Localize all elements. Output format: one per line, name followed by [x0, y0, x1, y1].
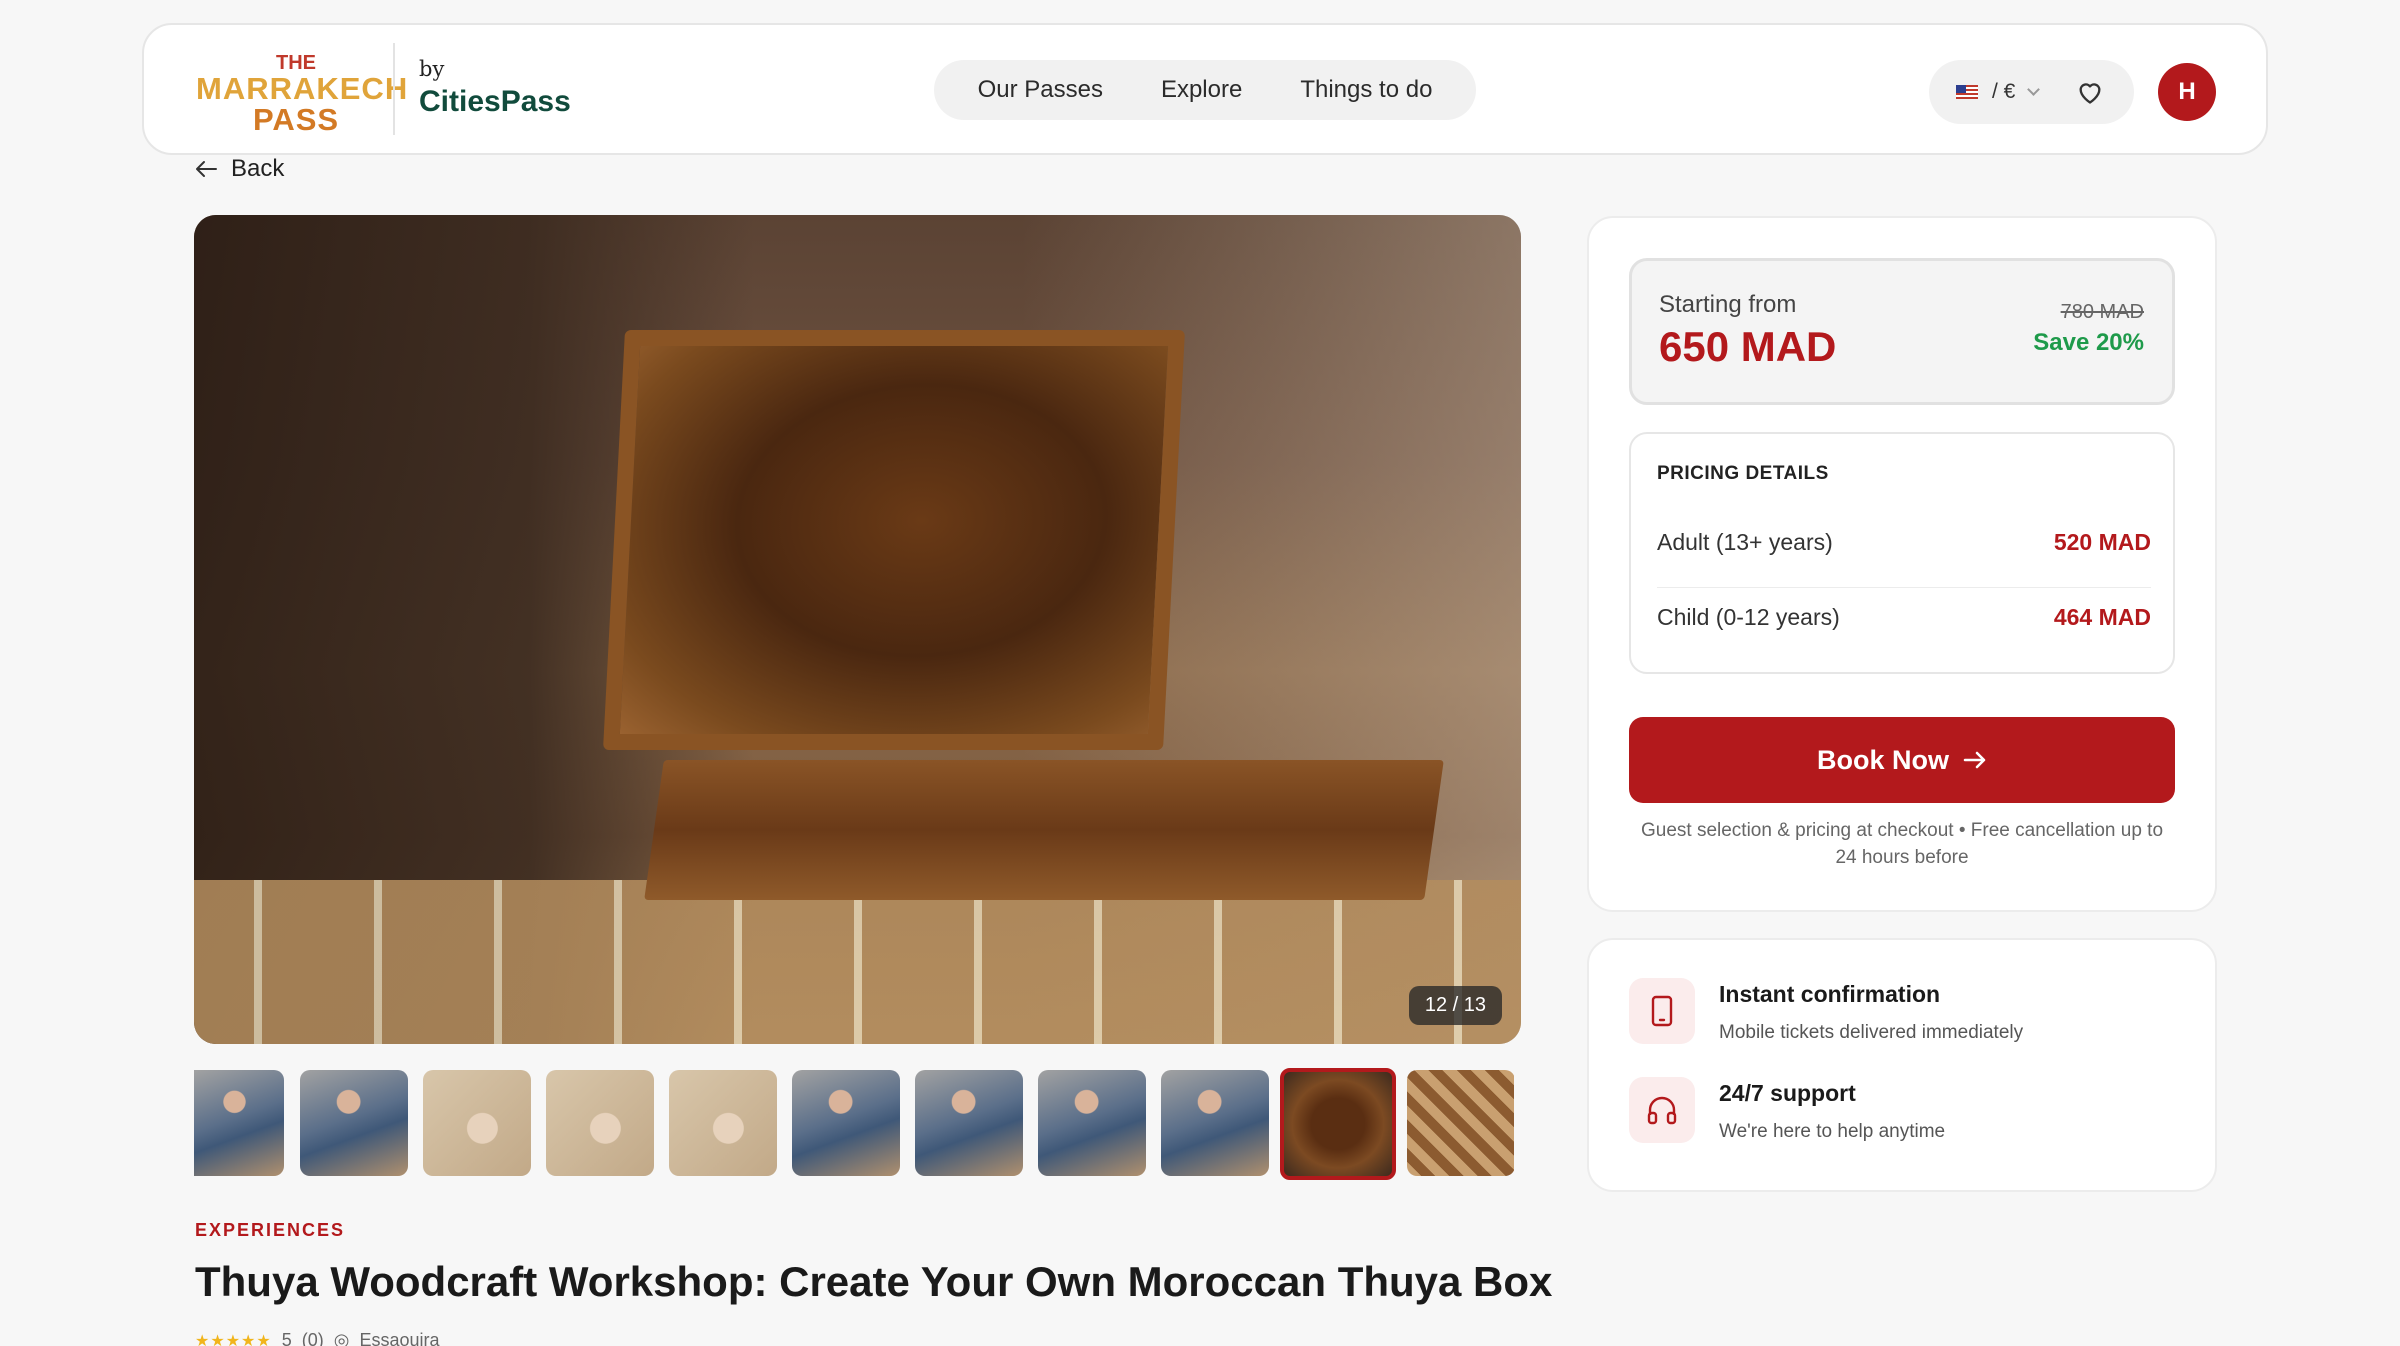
info-title: 24/7 support [1719, 1080, 1856, 1106]
gallery-main-image[interactable]: 12 / 13 [194, 215, 1521, 1044]
back-link[interactable]: Back [195, 155, 284, 183]
image-counter: 12 / 13 [1408, 986, 1502, 1025]
thumbnail-4[interactable] [546, 1070, 654, 1176]
thumbnail-8[interactable] [1038, 1070, 1146, 1176]
location-label: Essaouira [359, 1330, 440, 1346]
price-row-label: Adult (13+ years) [1657, 529, 1833, 555]
booking-card: Starting from 650 MAD 780 MAD Save 20% P… [1587, 216, 2217, 912]
listing-title: Thuya Woodcraft Workshop: Create Your Ow… [195, 1258, 1553, 1305]
starting-price: 650 MAD [1659, 323, 1837, 370]
info-instant-confirmation: Instant confirmation Mobile tickets deli… [1629, 978, 2023, 1044]
logo-divider [393, 43, 395, 135]
us-flag-icon [1956, 85, 1978, 99]
nav-explore[interactable]: Explore [1161, 76, 1242, 104]
nav-things-to-do[interactable]: Things to do [1300, 76, 1432, 104]
thumbnail-2[interactable] [300, 1070, 408, 1176]
logo-line-the: THE [276, 52, 316, 74]
book-now-button[interactable]: Book Now [1629, 717, 2175, 803]
pricing-details: PRICING DETAILS Adult (13+ years) 520 MA… [1629, 432, 2175, 674]
logo-line-pass: PASS [252, 102, 340, 137]
assurance-card: Instant confirmation Mobile tickets deli… [1587, 938, 2217, 1192]
chevron-down-icon [2027, 83, 2041, 96]
thumbnail-1[interactable] [194, 1070, 284, 1176]
thumbnail-5[interactable] [669, 1070, 777, 1176]
thumbnail-10-active[interactable] [1280, 1068, 1396, 1180]
nav-our-passes[interactable]: Our Passes [978, 76, 1103, 104]
rating-stars-icon: ★★★★★ [195, 1332, 272, 1346]
info-title: Instant confirmation [1719, 981, 1941, 1007]
arrow-left-icon [196, 161, 217, 177]
language-currency-selector[interactable]: / € [1929, 60, 2134, 124]
table-surface [194, 880, 1521, 1044]
price-row-child: Child (0-12 years) 464 MAD [1657, 604, 2151, 631]
thumbnail-11[interactable] [1407, 1070, 1514, 1176]
price-summary: Starting from 650 MAD 780 MAD Save 20% [1629, 258, 2175, 405]
info-subtitle: Mobile tickets delivered immediately [1719, 1022, 2024, 1043]
location-pin-icon: ◎ [333, 1330, 350, 1346]
heart-icon[interactable] [2072, 74, 2108, 110]
thumbnail-9[interactable] [1161, 1070, 1269, 1176]
back-label: Back [231, 155, 285, 182]
currency-label: / € [1992, 80, 2016, 103]
arrow-right-icon [1963, 751, 1986, 769]
citiespass-brand: CitiesPass [419, 85, 571, 118]
listing-category: EXPERIENCES [195, 1220, 346, 1240]
thumbnail-7[interactable] [915, 1070, 1023, 1176]
price-row-value: 464 MAD [2053, 604, 2151, 630]
logo-line-marrakech: MARRAKECH [196, 71, 409, 106]
discount-badge: Save 20% [2033, 329, 2144, 356]
headphones-icon [1629, 1077, 1695, 1143]
main-nav: Our Passes Explore Things to do [934, 60, 1476, 120]
thuya-box-lid [602, 330, 1186, 750]
pricing-heading: PRICING DETAILS [1657, 463, 1829, 484]
thuya-box-base [644, 760, 1444, 900]
rating-value: 5 [281, 1330, 292, 1346]
book-now-label: Book Now [1817, 744, 1949, 775]
top-header: THE MARRAKECH PASS by CitiesPass Our Pas… [142, 23, 2268, 155]
info-subtitle: We're here to help anytime [1719, 1121, 1946, 1142]
original-price: 780 MAD [2060, 301, 2144, 323]
brand-byline: by CitiesPass [419, 57, 571, 119]
phone-icon [1629, 978, 1695, 1044]
by-label: by [419, 57, 445, 81]
booking-note: Guest selection & pricing at checkout • … [1640, 820, 2164, 868]
thumbnail-6[interactable] [792, 1070, 900, 1176]
listing-meta: ★★★★★ 5 (0) ◎ Essaouira [195, 1330, 440, 1346]
thumbnail-3[interactable] [423, 1070, 531, 1176]
rating-count: (0) [301, 1330, 324, 1346]
price-row-value: 520 MAD [2053, 529, 2151, 555]
gallery-thumbnails [194, 1068, 1514, 1180]
row-divider [1657, 587, 2151, 588]
price-row-adult: Adult (13+ years) 520 MAD [1657, 529, 2151, 556]
user-avatar[interactable]: H [2158, 63, 2216, 121]
starting-from-label: Starting from [1659, 291, 1797, 318]
price-row-label: Child (0-12 years) [1657, 604, 1840, 630]
info-support: 24/7 support We're here to help anytime [1629, 1077, 1945, 1143]
marrakech-pass-logo[interactable]: THE MARRAKECH PASS [196, 52, 409, 135]
